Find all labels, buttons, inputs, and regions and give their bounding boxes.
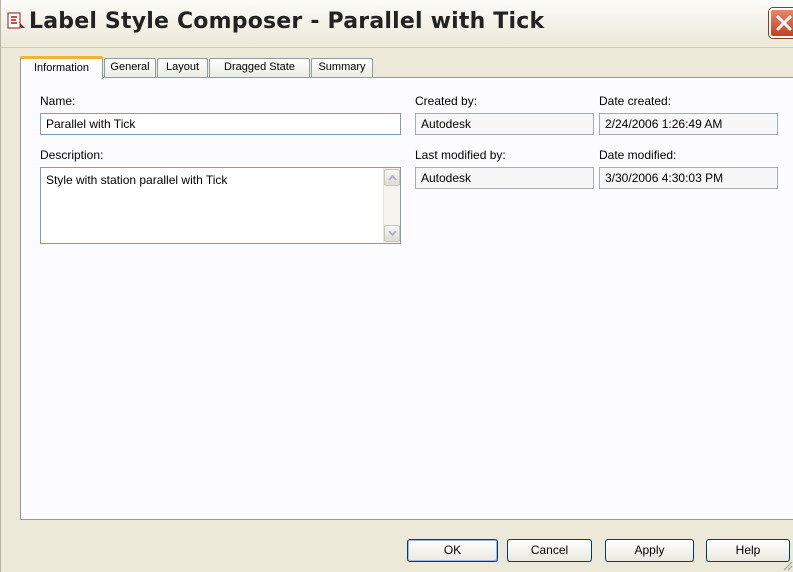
close-button[interactable] (769, 8, 793, 38)
description-field[interactable]: Style with station parallel with Tick (40, 167, 401, 244)
tab-information[interactable]: Information (20, 56, 103, 79)
scroll-down-arrow-icon (388, 230, 397, 237)
resize-grip-icon[interactable] (781, 556, 793, 571)
description-label: Description: (40, 148, 104, 162)
tab-layout[interactable]: Layout (157, 58, 208, 77)
date-modified-field: 3/30/2006 4:30:03 PM (599, 167, 778, 189)
apply-button[interactable]: Apply (605, 539, 694, 562)
tab-summary[interactable]: Summary (311, 58, 373, 77)
window-title: Label Style Composer - Parallel with Tic… (29, 9, 545, 34)
date-modified-label: Date modified: (599, 148, 677, 162)
information-panel: Name: Parallel with Tick Description: St… (20, 77, 793, 520)
label-style-app-icon (6, 10, 28, 32)
description-scrollbar[interactable] (383, 168, 400, 243)
last-modified-by-field: Autodesk (415, 167, 594, 189)
date-created-label: Date created: (599, 94, 672, 108)
title-bar[interactable]: Label Style Composer - Parallel with Tic… (1, 0, 793, 48)
description-text: Style with station parallel with Tick (46, 173, 228, 187)
tab-dragged-state[interactable]: Dragged State (209, 58, 310, 77)
cancel-button[interactable]: Cancel (507, 539, 592, 562)
last-modified-by-label: Last modified by: (415, 148, 506, 162)
ok-button[interactable]: OK (407, 539, 498, 562)
date-created-field: 2/24/2006 1:26:49 AM (599, 113, 778, 135)
name-field[interactable]: Parallel with Tick (40, 113, 401, 135)
label-style-composer-dialog: Label Style Composer - Parallel with Tic… (0, 0, 793, 572)
scroll-up-button[interactable] (384, 169, 400, 186)
help-button[interactable]: Help (706, 539, 790, 562)
name-label: Name: (40, 94, 76, 108)
created-by-label: Created by: (415, 94, 478, 108)
scroll-down-button[interactable] (384, 225, 400, 242)
created-by-field: Autodesk (415, 113, 594, 135)
close-icon (776, 15, 792, 31)
scroll-up-arrow-icon (388, 174, 397, 181)
tab-general[interactable]: General (104, 58, 156, 77)
